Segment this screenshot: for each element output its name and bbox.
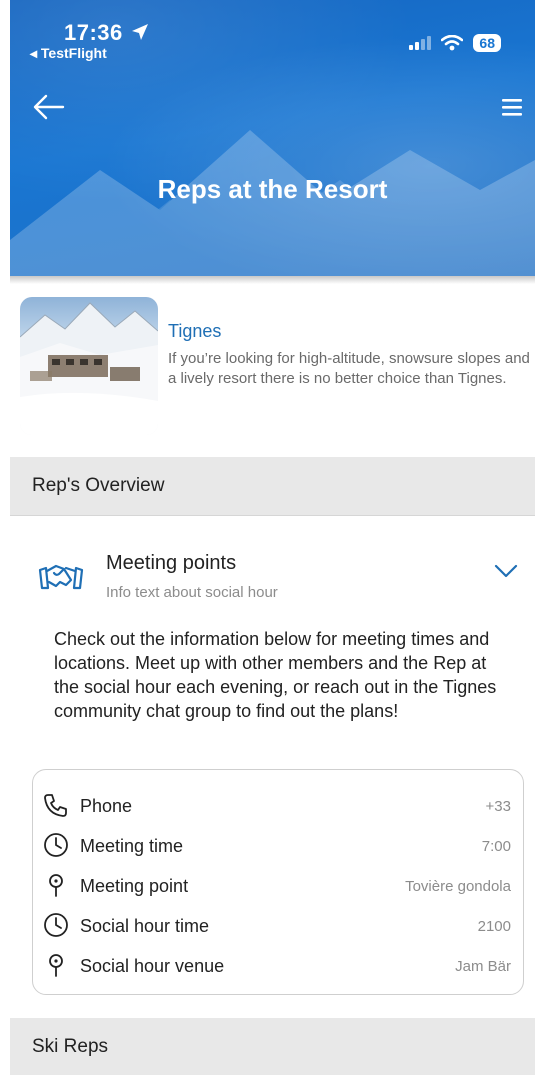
resort-name[interactable]: Tignes [168,321,221,342]
info-row-meeting-point[interactable]: Meeting point Tovière gondola [33,866,523,906]
info-row-social-hour-time: Social hour time 2100 [33,906,523,946]
chevron-down-icon[interactable] [494,564,518,578]
section-overview: Rep's Overview [10,457,535,516]
left-edge [0,0,10,1075]
hamburger-menu-icon[interactable] [500,96,524,118]
back-to-testflight-link[interactable]: ◂ TestFlight [30,45,107,62]
arrow-left-icon[interactable] [33,94,65,120]
meeting-info-card: Phone +33 Meeting time 7:00 Meeting poin… [32,769,524,995]
status-time: 17:36 [64,20,123,45]
handshake-icon [38,564,84,590]
clock-icon [44,913,68,937]
section-overview-title: Rep's Overview [32,475,165,496]
section-ski-reps-title: Ski Reps [32,1036,109,1057]
info-row-phone[interactable]: Phone +33 [33,786,523,826]
status-indicators: 68 [409,34,501,52]
info-value-phone[interactable]: +33 [486,798,511,815]
meeting-points-title: Meeting points [106,552,237,574]
info-label-meeting-time: Meeting time [80,836,184,856]
info-value-meeting-time: 7:00 [481,838,511,855]
phone-icon [44,794,67,817]
wifi-icon [441,35,464,51]
location-arrow-icon [132,24,148,40]
page-title: Reps at the Resort [157,174,388,204]
app-screen: 17:36 ◂ TestFlight 68 Reps at the Resort… [0,0,535,1075]
info-value-social-hour-time: 2100 [477,918,511,935]
clock-icon [44,833,68,857]
info-label-social-hour-venue: Social hour venue [80,956,225,976]
meeting-points-subtitle: Info text about social hour [106,584,278,601]
info-row-social-hour-venue[interactable]: Social hour venue Jam Bär [33,946,523,986]
info-label-meeting-point: Meeting point [80,876,189,896]
resort-photo-illustration [20,302,158,435]
section-ski-reps[interactable]: Ski Reps [10,1018,535,1075]
info-value-meeting-point: Tovière gondola [405,878,511,895]
info-label-phone: Phone [80,796,133,816]
status-bar: 17:36 ◂ TestFlight 68 [10,0,535,70]
resort-image [20,297,158,435]
info-row-meeting-time: Meeting time 7:00 [33,826,523,866]
battery-level: 68 [473,34,501,52]
cellular-signal-icon [409,36,432,50]
info-label-social-hour-time: Social hour time [80,916,210,936]
resort-description: If you’re looking for high-altitude, sno… [168,350,530,387]
map-pin-icon [49,954,63,977]
header-shadow [10,276,535,284]
meeting-points-accordion[interactable]: Meeting points Info text about social ho… [10,548,535,610]
meeting-intro-text: Check out the information below for meet… [54,629,497,721]
info-value-social-hour-venue: Jam Bär [455,958,511,975]
resort-card[interactable]: Tignes If you’re looking for high-altitu… [20,297,530,437]
map-pin-icon [49,874,63,897]
